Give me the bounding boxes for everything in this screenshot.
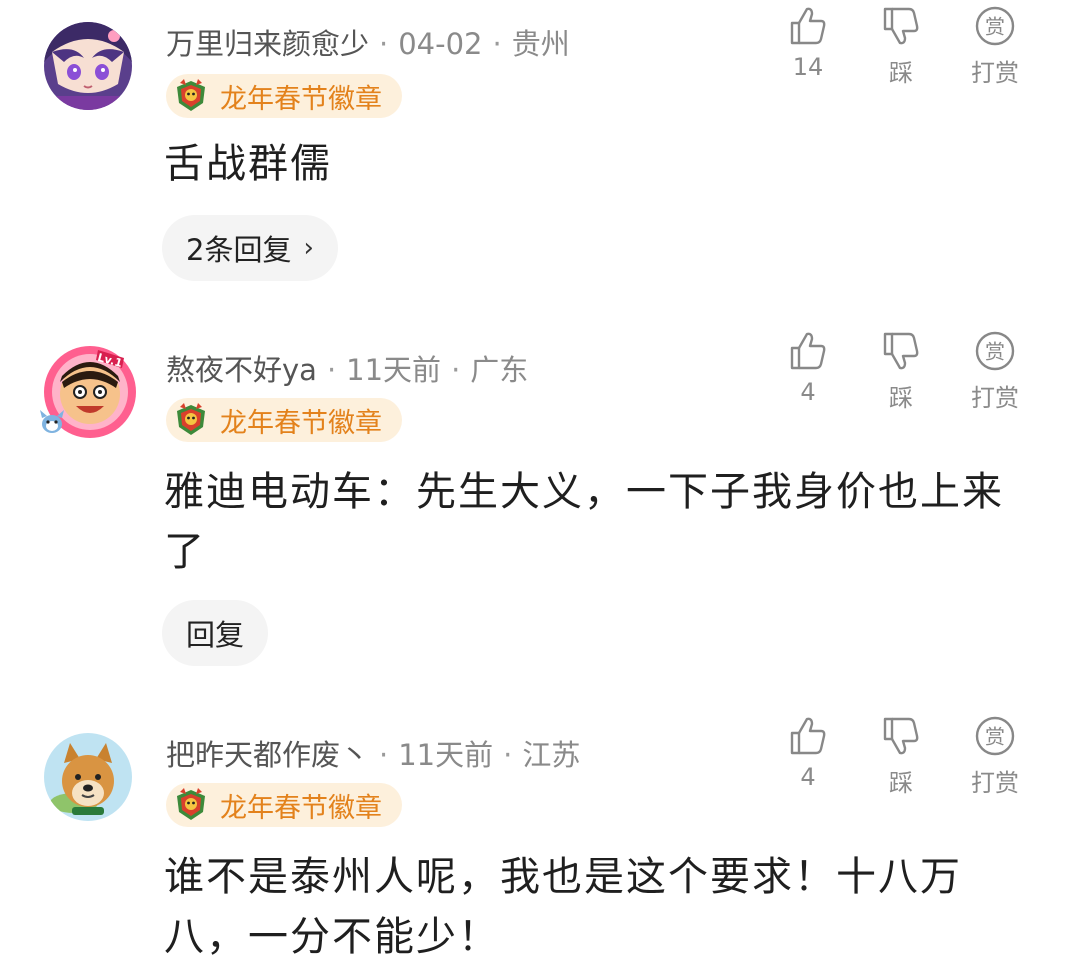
badge-label: 龙年春节徽章 [220, 83, 382, 115]
reward-icon: 赏 [975, 6, 1015, 46]
separator: · [451, 353, 461, 387]
reward-icon-glyph: 赏 [985, 15, 1005, 39]
reward-label: 打赏 [971, 59, 1019, 87]
username[interactable]: 把昨天都作废丶 [166, 738, 369, 772]
timestamp: 11天前 [346, 353, 442, 387]
separator: · [379, 738, 389, 772]
reward-button[interactable]: 赏 打赏 [955, 715, 1035, 798]
badge[interactable]: 龙年春节徽章 [166, 398, 402, 442]
dragon-badge-icon [177, 79, 205, 111]
comment-meta: 熬夜不好ya · 11天前 · 广东 [166, 352, 528, 388]
reward-button[interactable]: 赏 打赏 [955, 330, 1035, 413]
chevron-right-icon: › [303, 233, 314, 263]
reward-icon: 赏 [975, 331, 1015, 371]
thumbs-up-icon [790, 717, 826, 755]
badge[interactable]: 龙年春节徽章 [166, 74, 402, 118]
separator: · [379, 27, 389, 61]
username[interactable]: 万里归来颜愈少 [166, 27, 369, 61]
comment-feed: 万里归来颜愈少 · 04-02 · 贵州 龙年春节徽章 舌战群儒 2条回复 › [0, 0, 1080, 973]
comment-text: 谁不是泰州人呢，我也是这个要求！十八万八，一分不能少！ [164, 854, 962, 960]
reward-icon: 赏 [975, 716, 1015, 756]
badge-label: 龙年春节徽章 [220, 407, 382, 439]
thumbs-down-icon [883, 717, 919, 755]
dislike-label: 踩 [889, 59, 913, 87]
separator: · [326, 353, 337, 387]
like-button[interactable]: 14 [768, 5, 848, 81]
dislike-label: 踩 [889, 769, 913, 797]
timestamp: 11天前 [398, 738, 494, 772]
like-button[interactable]: 4 [768, 330, 848, 406]
avatar[interactable]: Lv.1 [38, 342, 136, 438]
comment-meta: 把昨天都作废丶 · 11天前 · 江苏 [166, 737, 580, 773]
separator: · [492, 27, 502, 61]
reward-label: 打赏 [971, 769, 1019, 797]
badge-label: 龙年春节徽章 [220, 792, 382, 824]
like-count: 4 [800, 378, 816, 406]
reward-icon-glyph: 赏 [985, 725, 1005, 749]
thumbs-up-icon [790, 332, 826, 370]
comment-meta: 万里归来颜愈少 · 04-02 · 贵州 [166, 26, 570, 62]
dislike-button[interactable]: 踩 [861, 330, 941, 413]
reward-label: 打赏 [971, 384, 1019, 412]
like-button[interactable]: 4 [768, 715, 848, 791]
avatar[interactable] [44, 733, 132, 821]
dislike-label: 踩 [889, 384, 913, 412]
thumbs-down-icon [883, 332, 919, 370]
reply-label: 回复 [186, 618, 245, 652]
like-count: 4 [800, 763, 816, 791]
comment-item: Lv.1 熬夜不好ya·11天前·广东 龙年春节徽章 雅迪电动车：先生大 [0, 320, 1080, 680]
separator: · [503, 738, 513, 772]
comment-item: 万里归来颜愈少 · 04-02 · 贵州 龙年春节徽章 舌战群儒 2条回复 › [0, 0, 1080, 300]
dislike-button[interactable]: 踩 [861, 715, 941, 798]
dislike-button[interactable]: 踩 [861, 5, 941, 88]
location: 江苏 [522, 738, 581, 772]
comment-text: 雅迪电动车：先生大义，一下子我身价也上来了 [164, 469, 1004, 575]
username[interactable]: 熬夜不好ya [166, 353, 317, 387]
comment-text: 舌战群儒 [164, 141, 332, 187]
thumbs-down-icon [883, 7, 919, 45]
replies-button[interactable]: 2条回复 › [162, 215, 338, 281]
reply-button[interactable]: 回复 [162, 600, 269, 666]
dragon-badge-icon [177, 788, 205, 820]
thumbs-up-icon [790, 7, 826, 45]
reward-icon-glyph: 赏 [985, 340, 1005, 364]
dragon-badge-icon [177, 403, 205, 435]
badge[interactable]: 龙年春节徽章 [166, 783, 402, 827]
location: 广东 [470, 353, 529, 387]
comment-item: 把昨天都作废丶 · 11天前 · 江苏 龙年春节徽章 谁不是泰州人呢，我也是这个要求！十… [0, 705, 1080, 973]
replies-label: 2条回复 [186, 233, 292, 267]
reward-button[interactable]: 赏 打赏 [955, 5, 1035, 88]
timestamp: 04-02 [398, 27, 483, 61]
avatar[interactable] [44, 22, 132, 110]
location: 贵州 [511, 27, 570, 61]
like-count: 14 [792, 53, 824, 81]
